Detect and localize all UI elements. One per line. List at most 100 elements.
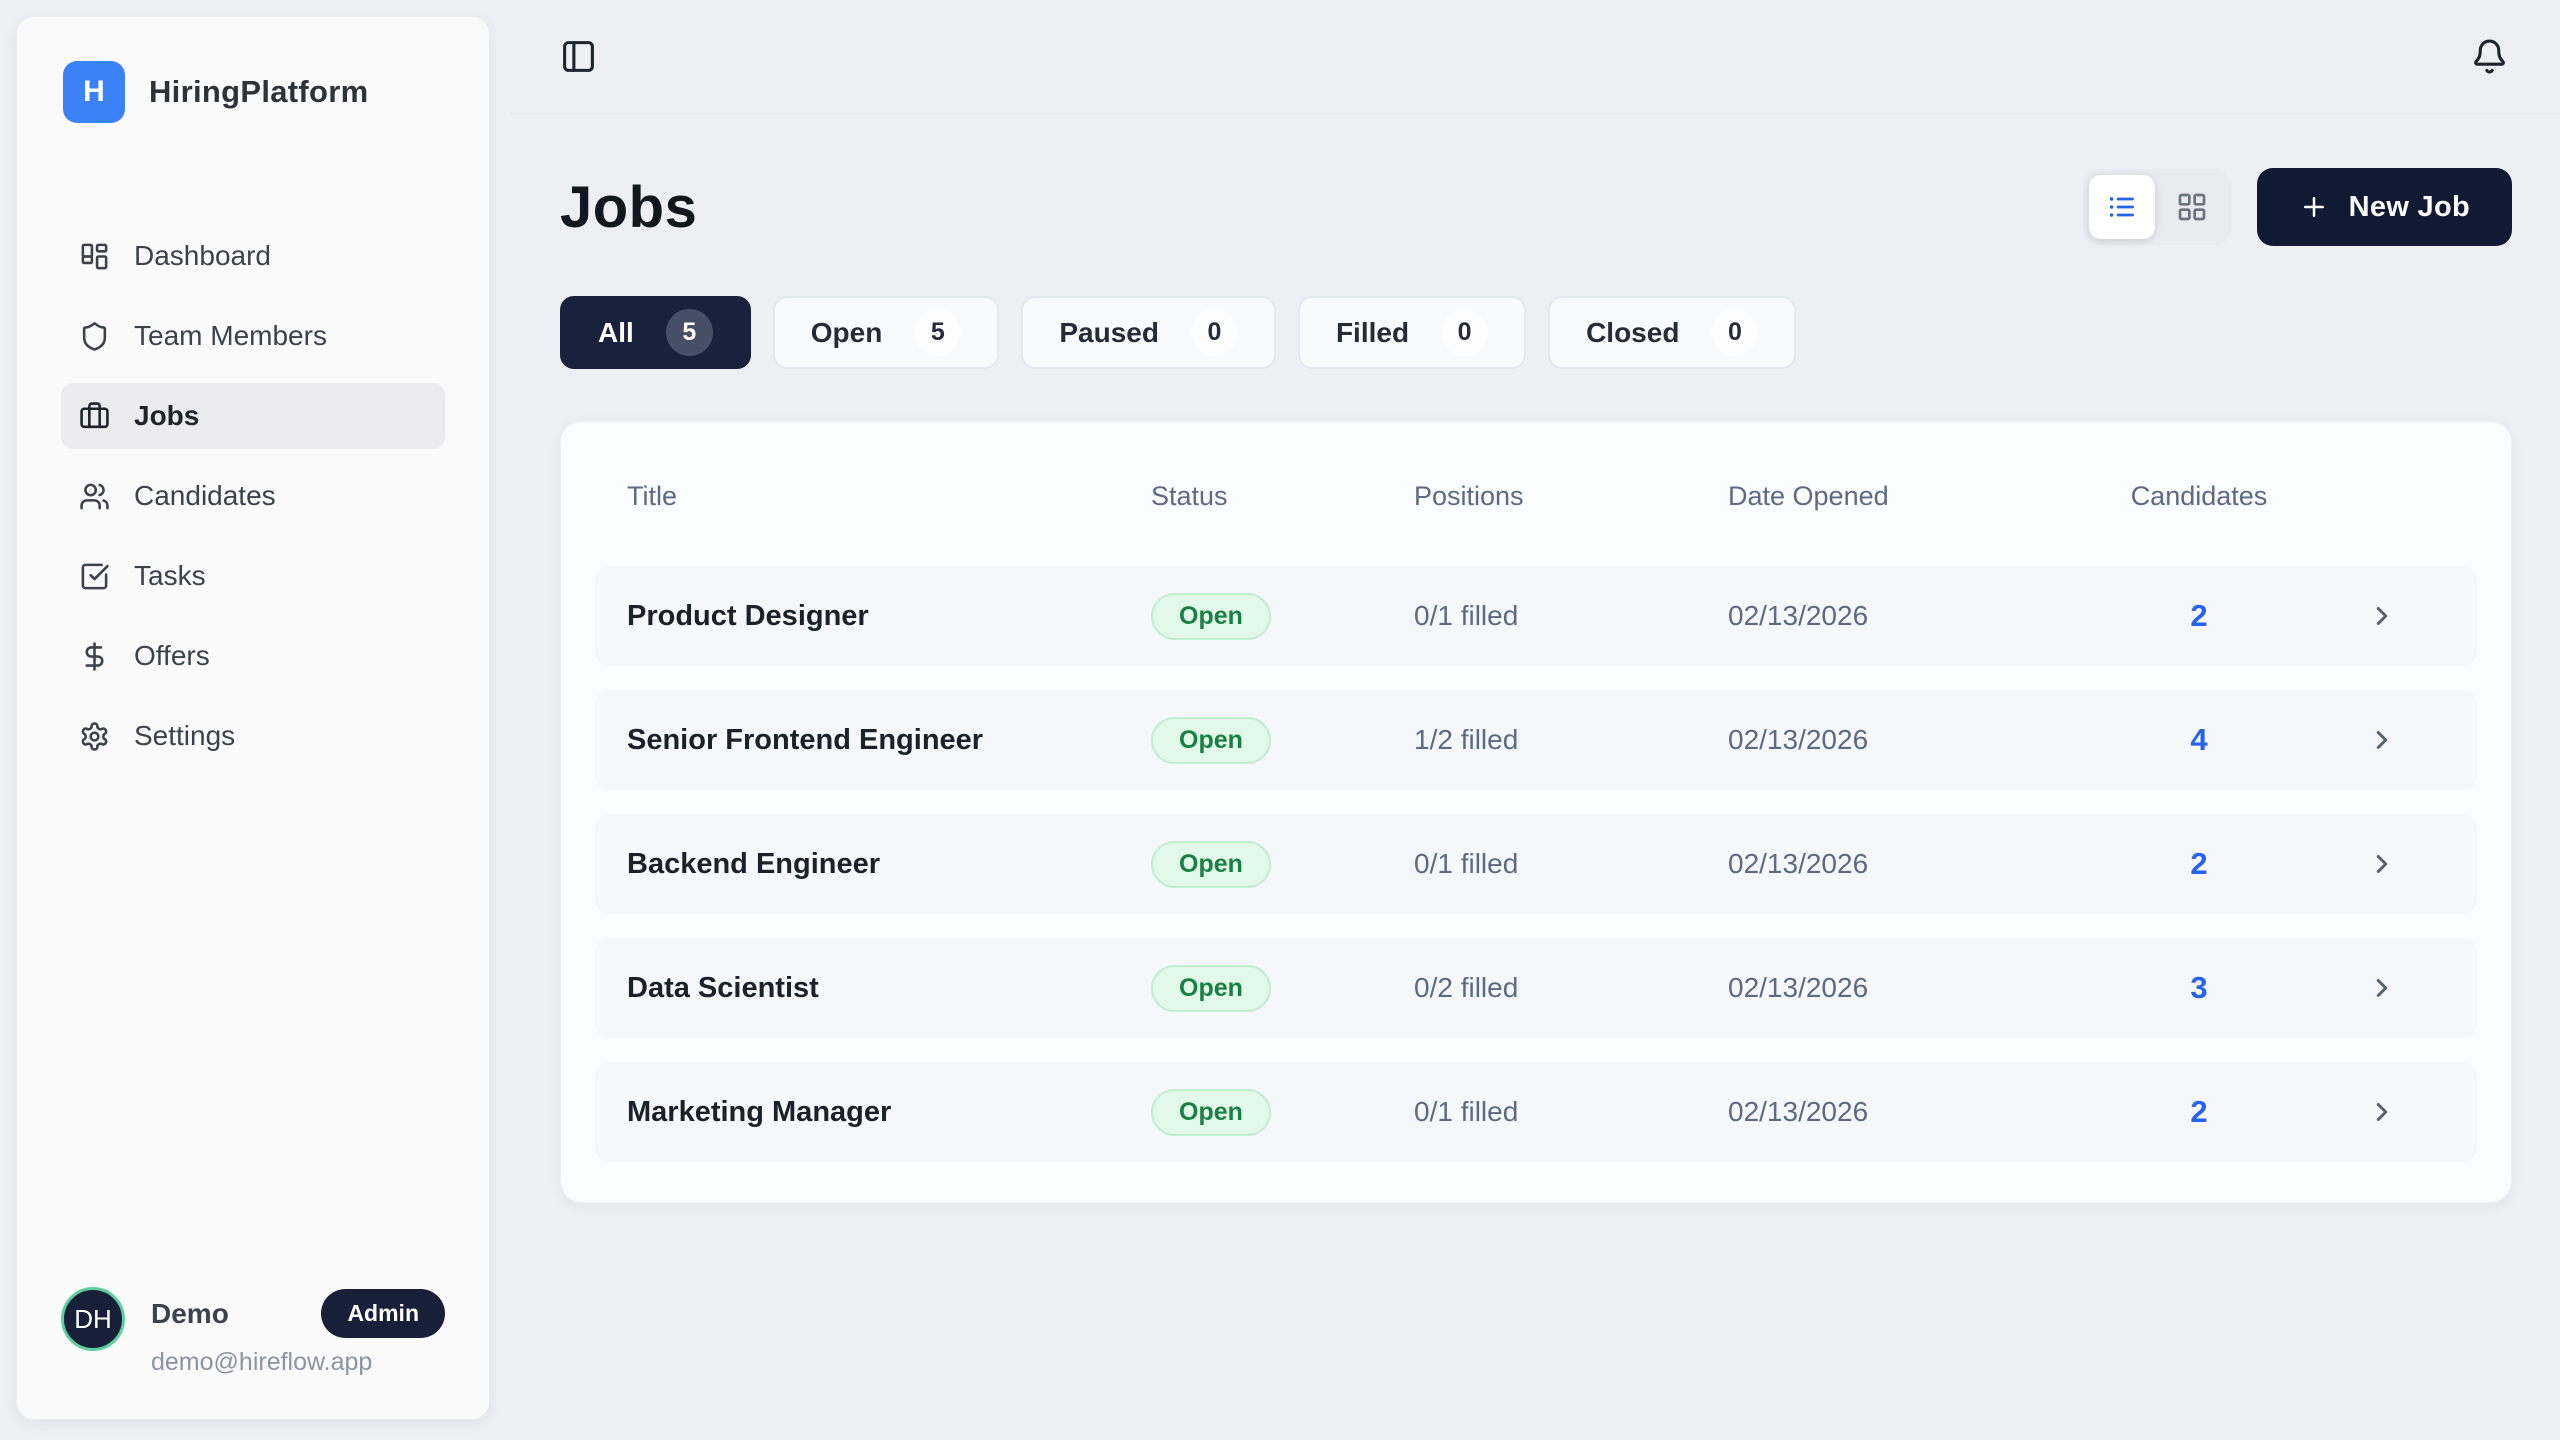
positions-cell: 1/2 filled (1414, 724, 1728, 756)
sidebar-item-team-members[interactable]: Team Members (61, 303, 445, 369)
job-title: Product Designer (627, 600, 1151, 633)
sidebar-item-label: Dashboard (134, 240, 271, 272)
table-row[interactable]: Marketing Manager Open 0/1 filled 02/13/… (595, 1062, 2477, 1162)
brand-name: HiringPlatform (149, 74, 369, 110)
avatar: DH (61, 1287, 125, 1351)
plus-icon (2299, 192, 2329, 222)
panel-left-icon (560, 38, 597, 75)
chevron-right-icon[interactable] (2319, 1097, 2445, 1127)
sidebar-nav: Dashboard Team Members Jobs Candidates T… (17, 223, 489, 769)
sidebar-item-offers[interactable]: Offers (61, 623, 445, 689)
column-header-title: Title (627, 481, 1151, 512)
filter-all[interactable]: All 5 (560, 296, 751, 369)
date-opened-cell: 02/13/2026 (1728, 1096, 2079, 1128)
sidebar-toggle-button[interactable] (560, 38, 597, 75)
filter-count-badge: 0 (1191, 309, 1238, 356)
date-opened-cell: 02/13/2026 (1728, 724, 2079, 756)
sidebar-item-label: Offers (134, 640, 210, 672)
job-title: Senior Frontend Engineer (627, 724, 1151, 757)
new-job-button[interactable]: New Job (2257, 168, 2512, 246)
column-header-status: Status (1151, 481, 1414, 512)
table-row[interactable]: Backend Engineer Open 0/1 filled 02/13/2… (595, 814, 2477, 914)
users-icon (79, 481, 110, 512)
chevron-right-icon[interactable] (2319, 849, 2445, 879)
filter-filled[interactable]: Filled 0 (1298, 296, 1526, 369)
new-job-label: New Job (2349, 191, 2470, 224)
positions-cell: 0/1 filled (1414, 848, 1728, 880)
table-header: Title Status Positions Date Opened Candi… (595, 450, 2477, 542)
column-header-positions: Positions (1414, 481, 1728, 512)
filter-open[interactable]: Open 5 (773, 296, 1000, 369)
topbar (510, 0, 2560, 114)
user-card[interactable]: DH Demo Admin demo@hireflow.app (17, 1287, 489, 1377)
grid-view-icon (2176, 191, 2208, 223)
filter-count-badge: 5 (914, 309, 961, 356)
candidates-count-link[interactable]: 2 (2079, 598, 2319, 634)
filter-label: All (598, 317, 634, 349)
candidates-count-link[interactable]: 3 (2079, 970, 2319, 1006)
main-area: Jobs (510, 0, 2560, 1440)
status-filters: All 5 Open 5 Paused 0 Filled 0 Closed 0 (560, 296, 2512, 369)
candidates-count-link[interactable]: 2 (2079, 846, 2319, 882)
sidebar-item-label: Tasks (134, 560, 206, 592)
page-title: Jobs (560, 174, 697, 241)
sidebar-item-label: Settings (134, 720, 235, 752)
status-badge: Open (1151, 1089, 1271, 1136)
sidebar-item-label: Team Members (134, 320, 327, 352)
filter-label: Open (811, 317, 883, 349)
list-view-button[interactable] (2089, 175, 2155, 239)
chevron-right-icon[interactable] (2319, 973, 2445, 1003)
sidebar-item-settings[interactable]: Settings (61, 703, 445, 769)
table-row[interactable]: Senior Frontend Engineer Open 1/2 filled… (595, 690, 2477, 790)
date-opened-cell: 02/13/2026 (1728, 972, 2079, 1004)
positions-cell: 0/2 filled (1414, 972, 1728, 1004)
filter-count-badge: 0 (1441, 309, 1488, 356)
list-view-icon (2106, 191, 2138, 223)
filter-label: Filled (1336, 317, 1409, 349)
status-badge: Open (1151, 717, 1271, 764)
date-opened-cell: 02/13/2026 (1728, 848, 2079, 880)
notifications-button[interactable] (2471, 38, 2508, 75)
status-badge: Open (1151, 965, 1271, 1012)
bell-icon (2471, 38, 2508, 75)
job-title: Data Scientist (627, 972, 1151, 1005)
filter-label: Closed (1586, 317, 1679, 349)
job-title: Marketing Manager (627, 1096, 1151, 1129)
grid-view-button[interactable] (2159, 175, 2225, 239)
column-header-date-opened: Date Opened (1728, 481, 2079, 512)
status-badge: Open (1151, 593, 1271, 640)
filter-closed[interactable]: Closed 0 (1548, 296, 1796, 369)
role-badge: Admin (321, 1289, 445, 1338)
date-opened-cell: 02/13/2026 (1728, 600, 2079, 632)
jobs-page: Jobs (510, 114, 2560, 1203)
shield-icon (79, 321, 110, 352)
brand: H HiringPlatform (17, 61, 489, 123)
sidebar-item-dashboard[interactable]: Dashboard (61, 223, 445, 289)
filter-label: Paused (1059, 317, 1159, 349)
sidebar-item-label: Candidates (134, 480, 276, 512)
positions-cell: 0/1 filled (1414, 1096, 1728, 1128)
candidates-count-link[interactable]: 2 (2079, 1094, 2319, 1130)
table-row[interactable]: Product Designer Open 0/1 filled 02/13/2… (595, 566, 2477, 666)
status-badge: Open (1151, 841, 1271, 888)
chevron-right-icon[interactable] (2319, 601, 2445, 631)
positions-cell: 0/1 filled (1414, 600, 1728, 632)
column-header-candidates: Candidates (2079, 481, 2319, 512)
sidebar: H HiringPlatform Dashboard Team Members … (16, 16, 490, 1420)
user-name: Demo (151, 1298, 229, 1330)
sidebar-item-tasks[interactable]: Tasks (61, 543, 445, 609)
task-check-icon (79, 561, 110, 592)
gear-icon (79, 721, 110, 752)
filter-paused[interactable]: Paused 0 (1021, 296, 1276, 369)
sidebar-item-label: Jobs (134, 400, 199, 432)
table-row[interactable]: Data Scientist Open 0/2 filled 02/13/202… (595, 938, 2477, 1038)
dollar-icon (79, 641, 110, 672)
filter-count-badge: 0 (1711, 309, 1758, 356)
job-title: Backend Engineer (627, 848, 1151, 881)
sidebar-item-candidates[interactable]: Candidates (61, 463, 445, 529)
filter-count-badge: 5 (666, 309, 713, 356)
brand-logo-icon: H (63, 61, 125, 123)
chevron-right-icon[interactable] (2319, 725, 2445, 755)
candidates-count-link[interactable]: 4 (2079, 722, 2319, 758)
sidebar-item-jobs[interactable]: Jobs (61, 383, 445, 449)
